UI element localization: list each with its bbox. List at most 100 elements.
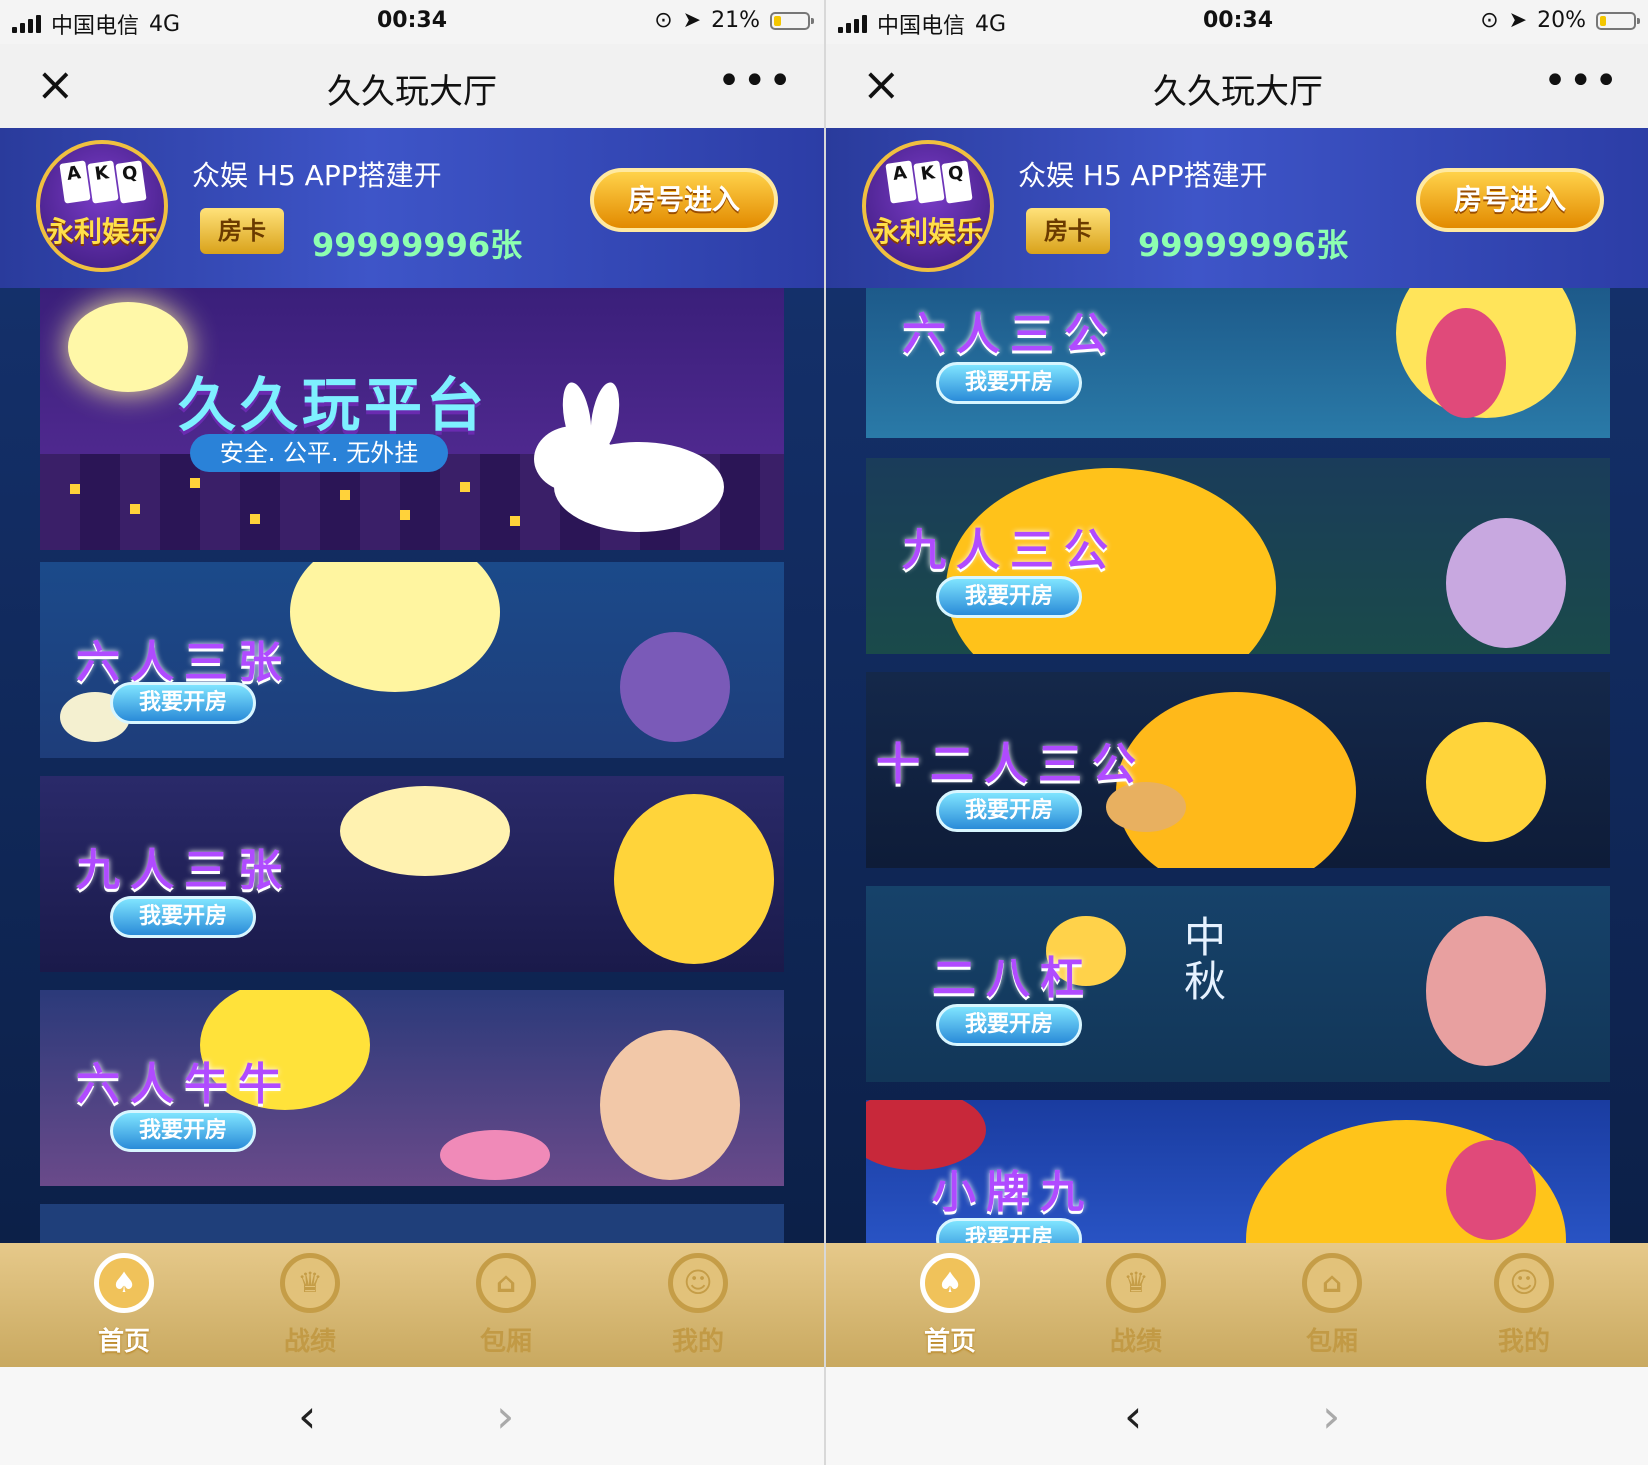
nav-bar: × 久久玩大厅 ••• <box>826 44 1648 129</box>
back-arrow-icon[interactable]: ‹ <box>1124 1389 1142 1443</box>
game-title: 六人牛牛 <box>76 1059 292 1110</box>
tab-label: 包厢 <box>1305 1327 1358 1357</box>
room-card-count: 99999996张 <box>312 226 523 264</box>
game-banner-erbagang[interactable]: 中秋 二八杠 我要开房 <box>866 886 1610 1082</box>
location-icon: ➤ <box>1508 8 1528 33</box>
bottom-tab-bar: ♠ 首页 ♛ 战绩 ⌂ 包厢 ☺ 我的 <box>826 1243 1648 1367</box>
moon-graphic <box>1116 692 1356 868</box>
rabbit-illustration <box>534 380 734 532</box>
platform-slogan: 安全. 公平. 无外挂 <box>190 434 448 472</box>
browser-toolbar: ‹ › <box>0 1367 824 1465</box>
chang-e-illustration <box>1446 1140 1536 1240</box>
open-room-button[interactable]: 我要开房 <box>110 682 256 724</box>
moon-graphic <box>340 786 510 876</box>
lotus-graphic <box>440 1130 550 1180</box>
avatar[interactable]: AKQ 永利娱乐 <box>862 140 994 272</box>
game-banner-liurensanzhang[interactable]: 六人三张 我要开房 <box>40 562 784 758</box>
tab-label: 战绩 <box>1109 1327 1162 1357</box>
game-banner-liurenniuniu[interactable]: 六人牛牛 我要开房 <box>40 990 784 1186</box>
lock-rotation-icon: ⊙ <box>654 8 673 33</box>
moon-graphic <box>290 562 500 692</box>
user-icon: ☺ <box>1494 1253 1554 1313</box>
battery-percent: 20% <box>1537 8 1586 33</box>
tab-home[interactable]: ♠ 首页 <box>890 1253 1010 1358</box>
game-list: 久久玩平台 安全. 公平. 无外挂 六人三张 我要开房 九人三张 我要开房 六人… <box>0 288 824 1243</box>
platform-hero-banner: 久久玩平台 安全. 公平. 无外挂 <box>40 288 784 550</box>
avatar[interactable]: AKQ 永利娱乐 <box>36 140 168 272</box>
avatar-logo: 永利娱乐 <box>45 215 158 248</box>
game-banner-jiurensanzhang[interactable]: 九人三张 我要开房 <box>40 776 784 972</box>
couple-illustration <box>1446 518 1566 648</box>
enter-room-button[interactable]: 房号进入 <box>590 168 778 232</box>
trophy-icon: ♛ <box>280 1253 340 1313</box>
room-card-badge: 房卡 <box>200 208 284 254</box>
game-banner-jiurensangong[interactable]: 九人三公 我要开房 <box>866 458 1610 654</box>
open-room-button[interactable]: 我要开房 <box>936 1218 1082 1243</box>
mid-autumn-text: 中秋 <box>1184 913 1227 1006</box>
playing-cards-icon: AKQ <box>885 160 973 204</box>
forward-arrow-icon[interactable]: › <box>1322 1389 1340 1443</box>
avatar-logo: 永利娱乐 <box>871 215 984 248</box>
tab-label: 我的 <box>671 1327 724 1357</box>
game-title: 小牌九 <box>932 1167 1094 1218</box>
trophy-icon: ♛ <box>1106 1253 1166 1313</box>
home-icon: ⌂ <box>476 1253 536 1313</box>
user-header: AKQ 永利娱乐 众娱 H5 APP搭建开 房卡 99999996张 房号进入 <box>826 128 1648 288</box>
tab-label: 战绩 <box>283 1327 336 1357</box>
game-banner-shierrensangong[interactable]: 十二人三公 我要开房 <box>866 672 1610 868</box>
location-icon: ➤ <box>682 8 702 33</box>
tab-mine[interactable]: ☺ 我的 <box>638 1253 758 1358</box>
game-title: 六人三公 <box>902 309 1118 360</box>
game-title: 六人三张 <box>76 637 292 688</box>
chang-e-illustration <box>1426 308 1506 418</box>
game-banner-xiaopaijiu[interactable]: 小牌九 我要开房 <box>866 1100 1610 1243</box>
open-room-button[interactable]: 我要开房 <box>110 896 256 938</box>
user-header: AKQ 永利娱乐 众娱 H5 APP搭建开 房卡 99999996张 房号进入 <box>0 128 824 288</box>
open-room-button[interactable]: 我要开房 <box>110 1110 256 1152</box>
open-room-button[interactable]: 我要开房 <box>936 576 1082 618</box>
more-menu-icon[interactable]: ••• <box>717 58 794 104</box>
home-icon: ⌂ <box>1302 1253 1362 1313</box>
browser-toolbar: ‹ › <box>826 1367 1648 1465</box>
enter-room-button[interactable]: 房号进入 <box>1416 168 1604 232</box>
tab-records[interactable]: ♛ 战绩 <box>1076 1253 1196 1358</box>
tab-label: 首页 <box>97 1327 150 1357</box>
platform-title: 久久玩平台 <box>178 371 489 439</box>
lock-rotation-icon: ⊙ <box>1480 8 1499 33</box>
game-banner-partial[interactable] <box>40 1204 784 1243</box>
open-room-button[interactable]: 我要开房 <box>936 1004 1082 1046</box>
battery-icon <box>1596 11 1640 30</box>
status-bar: 中国电信 4G 00:34 ⊙ ➤ 20% <box>826 0 1648 44</box>
room-card-badge: 房卡 <box>1026 208 1110 254</box>
forward-arrow-icon[interactable]: › <box>496 1389 514 1443</box>
page-title: 久久玩大厅 <box>1153 72 1323 112</box>
phone-screen-left: 中国电信 4G 00:34 ⊙ ➤ 21% × 久久玩大厅 ••• AKQ 永利… <box>0 0 824 1465</box>
tab-private-room[interactable]: ⌂ 包厢 <box>446 1253 566 1358</box>
game-banner-liurensangong[interactable]: 六人三公 我要开房 <box>866 288 1610 438</box>
spade-icon: ♠ <box>920 1253 980 1313</box>
game-title: 十二人三公 <box>876 739 1146 790</box>
page-title: 久久玩大厅 <box>327 72 497 112</box>
tab-home[interactable]: ♠ 首页 <box>64 1253 184 1358</box>
shop-title: 众娱 H5 APP搭建开 <box>1018 159 1268 192</box>
game-list: 六人三公 我要开房 九人三公 我要开房 十二人三公 我要开房 中秋 二八杠 我要… <box>826 288 1648 1243</box>
couple-illustration <box>620 632 730 742</box>
status-bar: 中国电信 4G 00:34 ⊙ ➤ 21% <box>0 0 824 44</box>
tab-mine[interactable]: ☺ 我的 <box>1464 1253 1584 1358</box>
spade-icon: ♠ <box>94 1253 154 1313</box>
back-arrow-icon[interactable]: ‹ <box>298 1389 316 1443</box>
game-title: 九人三张 <box>76 845 292 896</box>
phone-screen-right: 中国电信 4G 00:34 ⊙ ➤ 20% × 久久玩大厅 ••• AKQ 永利… <box>826 0 1648 1465</box>
chang-e-illustration <box>1426 722 1546 842</box>
game-title: 二八杠 <box>932 953 1094 1004</box>
open-room-button[interactable]: 我要开房 <box>936 362 1082 404</box>
user-icon: ☺ <box>668 1253 728 1313</box>
more-menu-icon[interactable]: ••• <box>1543 58 1620 104</box>
shop-title: 众娱 H5 APP搭建开 <box>192 159 442 192</box>
nav-bar: × 久久玩大厅 ••• <box>0 44 824 129</box>
couple-illustration <box>600 1030 740 1180</box>
open-room-button[interactable]: 我要开房 <box>936 790 1082 832</box>
tab-private-room[interactable]: ⌂ 包厢 <box>1272 1253 1392 1358</box>
tab-records[interactable]: ♛ 战绩 <box>250 1253 370 1358</box>
chang-e-illustration <box>614 794 774 964</box>
